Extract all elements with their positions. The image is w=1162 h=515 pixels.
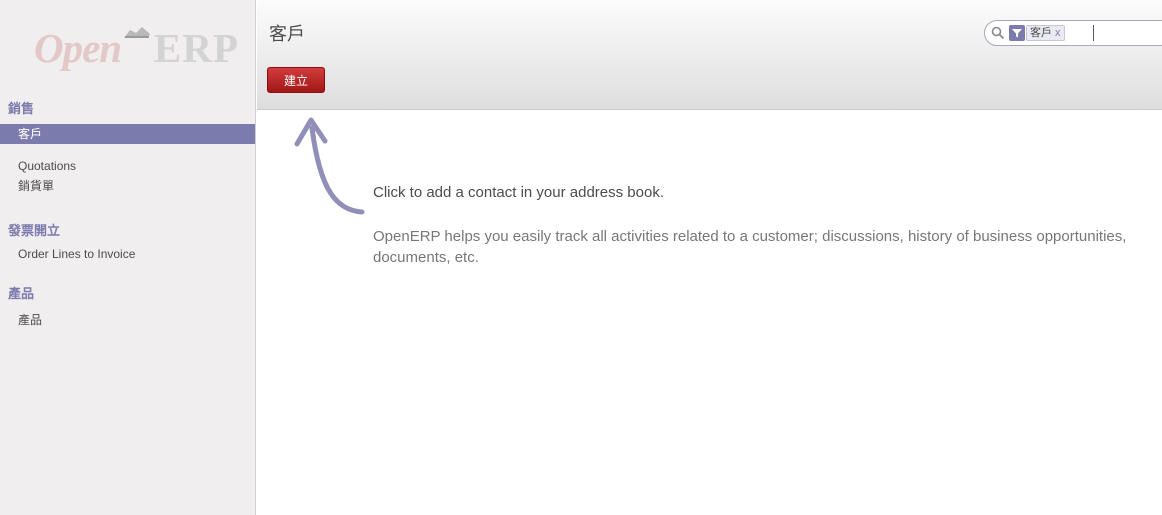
search-facet-value: 客戶 x <box>1026 25 1065 41</box>
sidebar-item-order-lines-to-invoice[interactable]: Order Lines to Invoice <box>0 244 255 264</box>
help-title: Click to add a contact in your address b… <box>373 184 664 201</box>
logo-text-open: Open <box>34 25 122 71</box>
help-description: OpenERP helps you easily track all activ… <box>373 228 1127 266</box>
search-box[interactable]: 客戶 x <box>984 20 1162 46</box>
openerp-logo[interactable]: Open ERP <box>34 26 244 74</box>
sidebar-section-products[interactable]: 產品 <box>8 283 34 302</box>
sidebar-section-invoicing[interactable]: 發票開立 <box>8 220 60 239</box>
page-title: 客戶 <box>269 24 305 44</box>
search-facet-label: 客戶 <box>1030 27 1052 39</box>
filter-icon <box>1009 25 1025 41</box>
sidebar: Open ERP 銷售 客戶 Quotations 銷貨單 發票開立 Order… <box>0 0 256 515</box>
sidebar-item-quotations[interactable]: Quotations <box>0 156 255 176</box>
curved-arrow-icon <box>294 117 365 215</box>
sidebar-item-customers[interactable]: 客戶 <box>0 124 255 144</box>
create-button[interactable]: 建立 <box>267 67 325 93</box>
logo-text-erp: ERP <box>154 25 239 71</box>
search-icon[interactable] <box>991 26 1005 40</box>
search-facet[interactable]: 客戶 x <box>1009 25 1065 41</box>
sidebar-section-sales[interactable]: 銷售 <box>8 98 34 117</box>
search-input[interactable] <box>1093 25 1094 41</box>
facet-remove-icon[interactable]: x <box>1055 27 1061 39</box>
page-header: 客戶 建立 客戶 x <box>257 0 1162 110</box>
sidebar-item-sales-orders[interactable]: 銷貨單 <box>0 176 255 196</box>
logo-hat-icon <box>124 27 150 38</box>
sidebar-item-products[interactable]: 產品 <box>0 310 255 330</box>
